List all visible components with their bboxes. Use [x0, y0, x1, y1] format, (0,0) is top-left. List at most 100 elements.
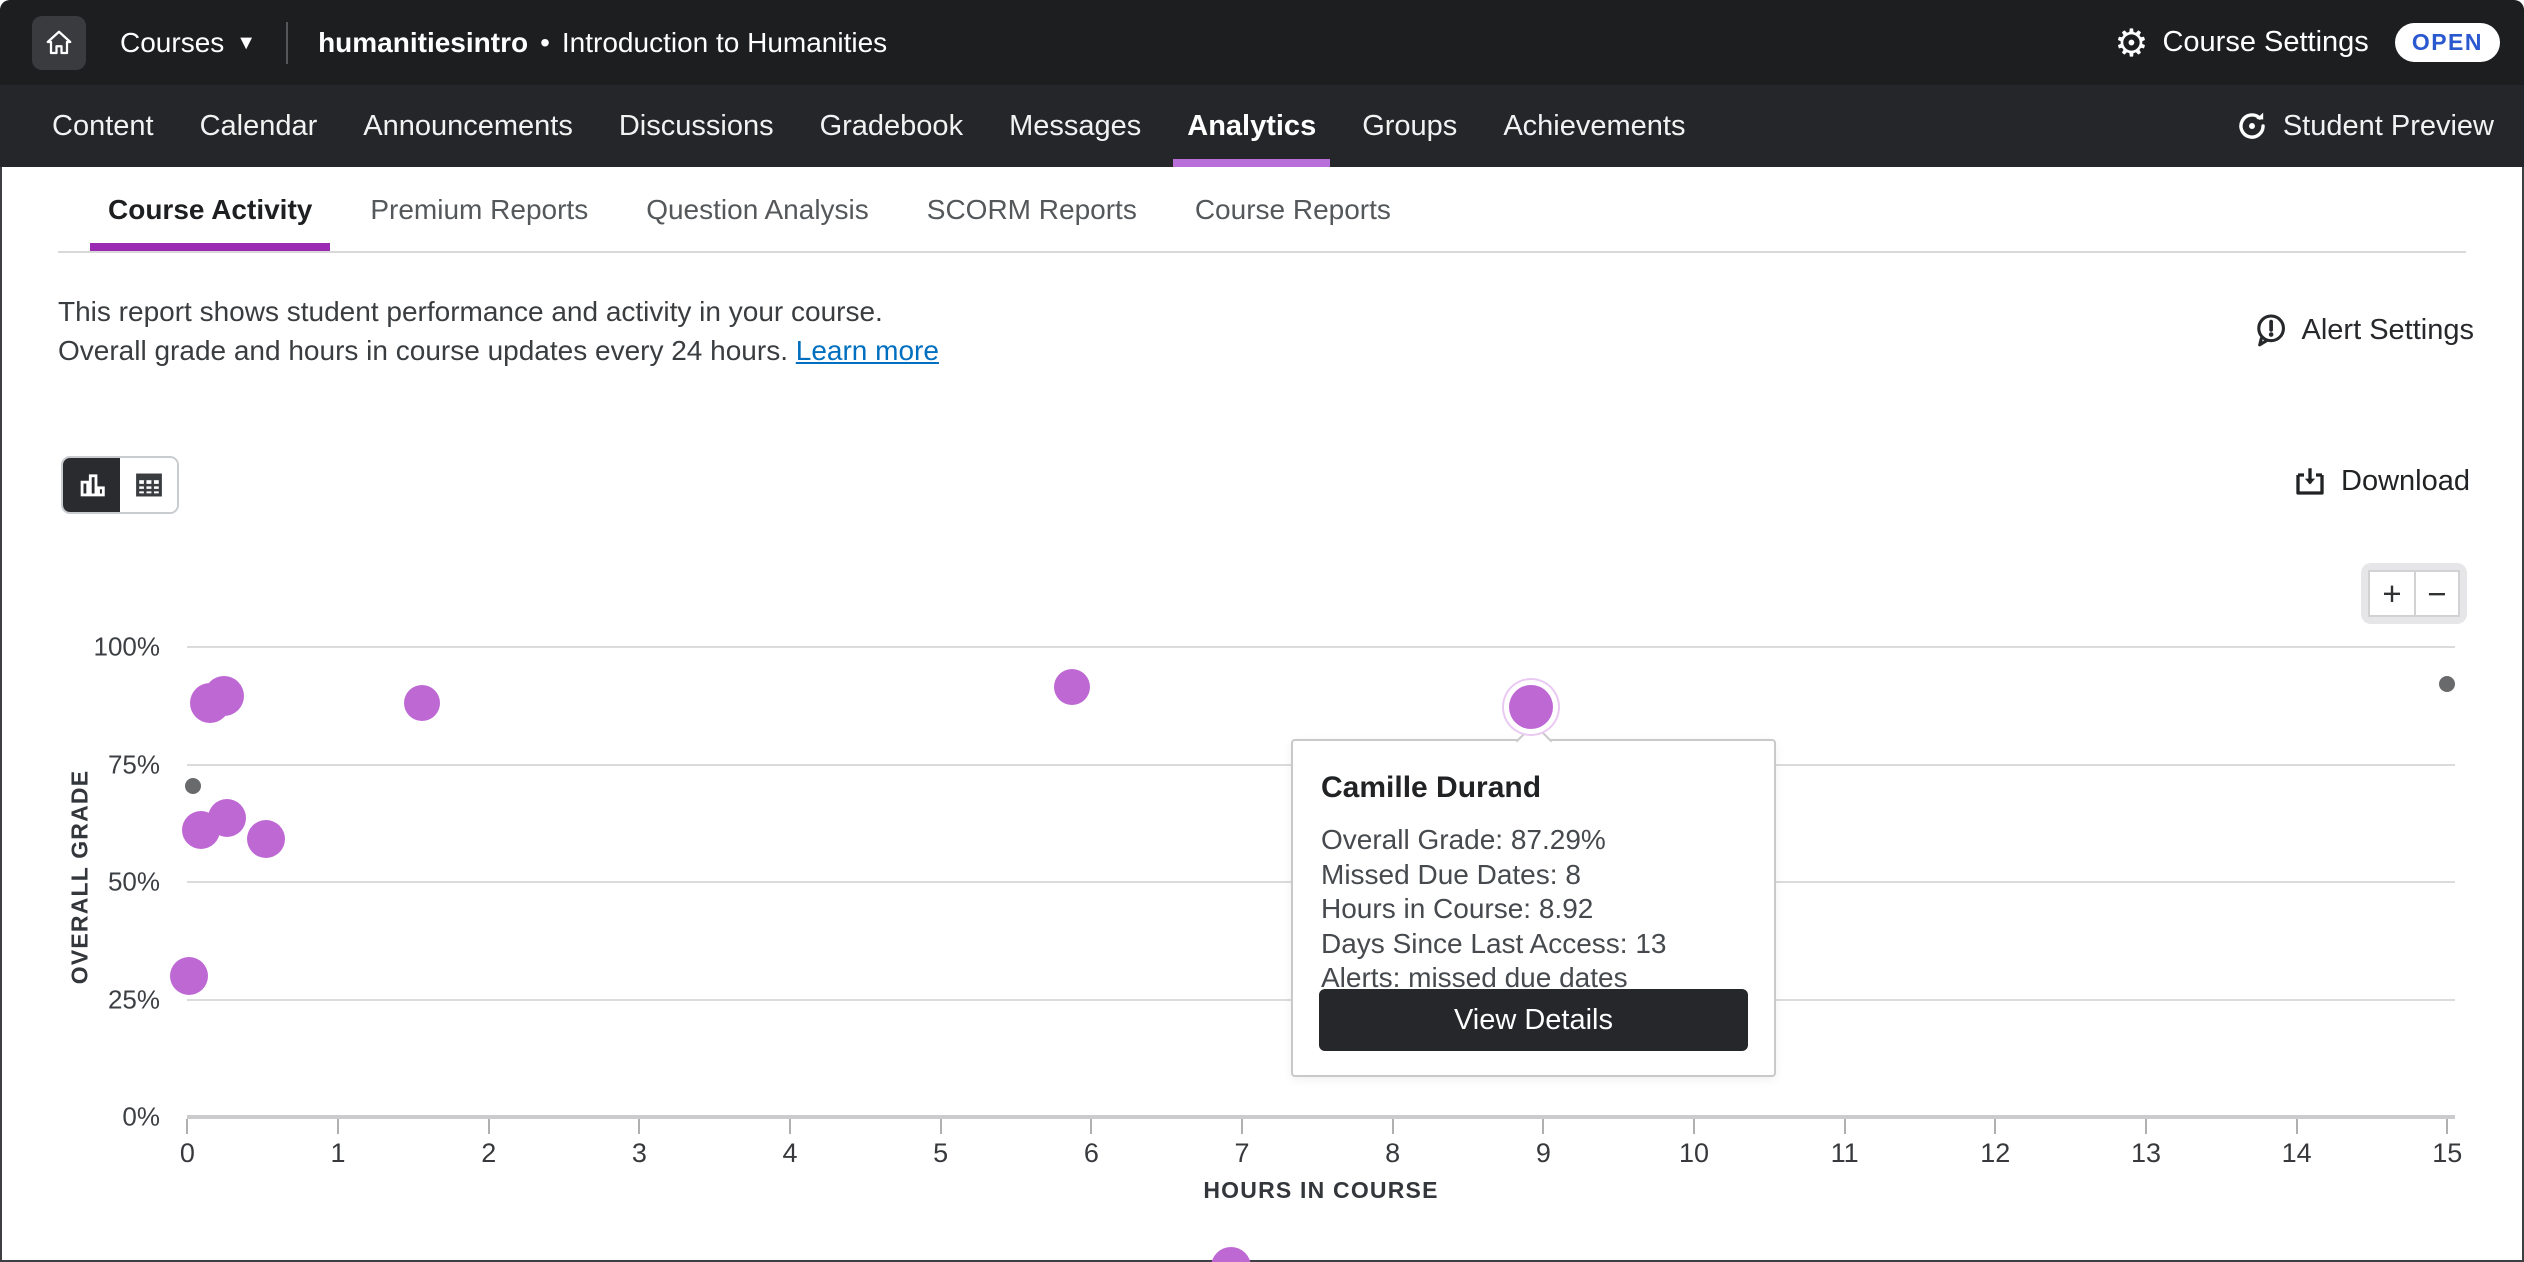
tab-groups[interactable]: Groups [1362, 85, 1457, 167]
zoom-out-button[interactable]: − [2414, 570, 2460, 617]
course-code: humanitiesintro [318, 27, 528, 58]
tab-achievements[interactable]: Achievements [1503, 85, 1685, 167]
x-tick-mark [2446, 1119, 2448, 1134]
tooltip-student-name: Camille Durand [1321, 771, 1748, 805]
course-breadcrumb: humanitiesintro • Introduction to Humaniti… [318, 27, 887, 59]
tooltip-stat: Overall Grade: 87.29% [1321, 823, 1748, 858]
course-open-badge: OPEN [2395, 23, 2500, 62]
course-settings-button[interactable]: ⚙ Course Settings [2114, 24, 2368, 62]
courses-menu-button[interactable]: Courses ▼ [120, 27, 256, 59]
subtab-question-analysis[interactable]: Question Analysis [646, 167, 869, 252]
home-icon [44, 28, 74, 58]
report-description: This report shows student performance an… [58, 292, 939, 370]
tooltip-stats: Overall Grade: 87.29%Missed Due Dates: 8… [1319, 823, 1748, 996]
data-point[interactable] [208, 799, 246, 837]
x-tick-label: 6 [1084, 1138, 1099, 1169]
x-tick-mark [1392, 1119, 1394, 1134]
alert-settings-label: Alert Settings [2302, 314, 2474, 347]
subtab-course-activity[interactable]: Course Activity [108, 167, 312, 252]
x-tick-mark [1994, 1119, 1996, 1134]
data-point[interactable] [404, 685, 440, 721]
subtab-premium-reports[interactable]: Premium Reports [370, 167, 588, 252]
download-button[interactable]: Download [2292, 463, 2470, 499]
x-tick-label: 10 [1679, 1138, 1709, 1169]
x-tick-mark [488, 1119, 490, 1134]
student-preview-label: Student Preview [2283, 110, 2494, 143]
x-axis-line [187, 1115, 2455, 1119]
tab-discussions[interactable]: Discussions [619, 85, 774, 167]
data-point[interactable] [1054, 669, 1090, 705]
x-tick-label: 13 [2131, 1138, 2161, 1169]
tooltip-stat: Missed Due Dates: 8 [1321, 858, 1748, 893]
x-tick-mark [1693, 1119, 1695, 1134]
tab-content[interactable]: Content [52, 85, 154, 167]
tab-calendar[interactable]: Calendar [200, 85, 318, 167]
x-tick-label: 15 [2432, 1138, 2462, 1169]
x-tick-mark [1090, 1119, 1092, 1134]
x-tick-label: 3 [632, 1138, 647, 1169]
x-tick-mark [2145, 1119, 2147, 1134]
report-update-text: Overall grade and hours in course update… [58, 335, 788, 366]
brightspace-window: Courses ▼ humanitiesintro • Introduction t… [0, 0, 2524, 1262]
subtabs-divider [58, 251, 2466, 253]
tooltip-stat: Hours in Course: 8.92 [1321, 892, 1748, 927]
student-preview-button[interactable]: Student Preview [2235, 85, 2494, 167]
x-tick-label: 14 [2282, 1138, 2312, 1169]
y-tick-label: 0% [40, 1102, 160, 1133]
analytics-subtabs: Course Activity Premium Reports Question A… [0, 167, 2524, 252]
bar-chart-icon [75, 468, 109, 502]
chart-table-toggle [61, 456, 179, 514]
x-tick-mark [186, 1119, 188, 1134]
x-tick-label: 4 [783, 1138, 798, 1169]
student-preview-icon [2235, 109, 2269, 143]
data-point[interactable] [170, 957, 208, 995]
tab-gradebook[interactable]: Gradebook [820, 85, 964, 167]
x-tick-mark [2296, 1119, 2298, 1134]
zoom-controls: + − [2361, 563, 2467, 624]
download-label: Download [2341, 465, 2470, 498]
x-tick-label: 8 [1385, 1138, 1400, 1169]
course-title: Introduction to Humanities [562, 27, 887, 58]
y-tick-label: 25% [40, 984, 160, 1015]
zoom-in-button[interactable]: + [2368, 570, 2414, 617]
alert-settings-button[interactable]: Alert Settings [2252, 312, 2474, 349]
courses-label: Courses [120, 27, 224, 59]
download-icon [2292, 463, 2328, 499]
x-tick-label: 11 [1831, 1138, 1859, 1169]
data-point[interactable] [204, 676, 244, 716]
alert-icon [2252, 312, 2289, 349]
table-view-button[interactable] [120, 458, 177, 512]
gridline-100 [187, 646, 2455, 648]
home-button[interactable] [32, 16, 86, 70]
data-point[interactable] [2439, 676, 2455, 692]
topbar-divider [286, 22, 288, 64]
learn-more-link[interactable]: Learn more [796, 335, 939, 366]
subtab-scorm-reports[interactable]: SCORM Reports [927, 167, 1137, 252]
data-point[interactable] [247, 820, 285, 858]
breadcrumb-separator: • [540, 27, 550, 58]
x-tick-mark [940, 1119, 942, 1134]
tab-announcements[interactable]: Announcements [363, 85, 573, 167]
x-tick-label: 9 [1536, 1138, 1551, 1169]
gear-icon: ⚙ [2114, 24, 2148, 62]
x-tick-mark [789, 1119, 791, 1134]
report-description-line1: This report shows student performance an… [58, 292, 939, 331]
subtab-course-reports[interactable]: Course Reports [1195, 167, 1391, 252]
x-tick-mark [1241, 1119, 1243, 1134]
x-tick-mark [337, 1119, 339, 1134]
data-point[interactable] [185, 778, 201, 794]
student-tooltip: Camille Durand Overall Grade: 87.29%Miss… [1291, 739, 1776, 1077]
chart-view-button[interactable] [63, 458, 120, 512]
x-tick-mark [638, 1119, 640, 1134]
tab-analytics[interactable]: Analytics [1187, 85, 1316, 167]
data-point-partial[interactable] [1211, 1247, 1251, 1262]
x-axis-title: HOURS IN COURSE [1203, 1177, 1438, 1204]
x-tick-mark [1844, 1119, 1846, 1134]
tab-messages[interactable]: Messages [1009, 85, 1141, 167]
top-minibar: Courses ▼ humanitiesintro • Introduction t… [0, 0, 2524, 85]
data-point-selected[interactable] [1509, 685, 1553, 729]
x-tick-label: 1 [331, 1138, 346, 1169]
view-details-button[interactable]: View Details [1319, 989, 1748, 1051]
x-tick-label: 12 [1980, 1138, 2010, 1169]
y-tick-label: 50% [40, 867, 160, 898]
